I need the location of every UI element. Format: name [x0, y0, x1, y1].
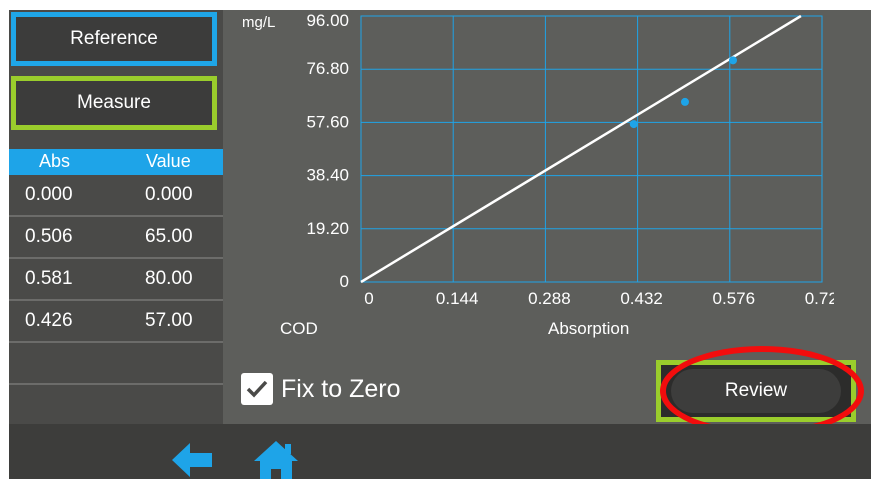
abs-cell: 0.581	[25, 268, 73, 289]
fit-line	[360, 14, 802, 284]
x-tick-label: 0.432	[620, 289, 663, 308]
x-tick-label: 0.576	[713, 289, 756, 308]
home-icon[interactable]	[254, 440, 298, 479]
y-tick-labels: 96.00 76.80 57.60 38.40 19.20 0	[306, 11, 349, 291]
y-tick-label: 19.20	[306, 219, 349, 238]
y-tick-label: 38.40	[306, 166, 349, 185]
chart-title: COD	[280, 319, 318, 338]
data-point	[680, 97, 689, 106]
table-row[interactable]	[9, 343, 223, 385]
value-cell: 0.000	[145, 184, 193, 205]
abs-header: Abs	[39, 151, 71, 171]
x-tick-label: 0	[364, 289, 373, 308]
value-cell: 80.00	[145, 268, 193, 289]
value-cell: 57.00	[145, 310, 193, 331]
checkbox[interactable]	[241, 373, 273, 405]
data-point	[629, 120, 638, 129]
table-row[interactable]: 0.581 80.00	[9, 259, 223, 301]
arrow-left-icon[interactable]	[172, 440, 212, 479]
plot-border	[360, 15, 823, 283]
table-row[interactable]: 0.506 65.00	[9, 217, 223, 259]
abs-cell: 0.426	[25, 310, 73, 331]
data-point	[729, 56, 738, 65]
x-tick-label: 0.288	[528, 289, 571, 308]
bottom-bar	[9, 424, 871, 479]
screen: Reference Measure Abs Value 0.000 0.000 …	[9, 10, 871, 479]
abs-cell: 0.000	[25, 184, 73, 205]
x-tick-labels: 0 0.144 0.288 0.432 0.576 0.720	[364, 289, 834, 308]
fix-to-zero-label: Fix to Zero	[281, 374, 401, 403]
x-tick-label: 0.720	[805, 289, 834, 308]
checkmark-icon	[246, 380, 268, 398]
calibration-chart: 96.00 76.80 57.60 38.40 19.20 0 0 0.144 0.288 0.…	[242, 11, 834, 338]
y-axis-unit: mg/L	[242, 14, 275, 31]
abs-cell: 0.506	[25, 226, 73, 247]
y-tick-label: 57.60	[306, 112, 349, 131]
y-tick-label: 96.00	[306, 11, 349, 30]
table-row[interactable]: 0.000 0.000	[9, 175, 223, 217]
x-tick-label: 0.144	[436, 289, 479, 308]
left-panel: Reference Measure Abs Value 0.000 0.000 …	[9, 10, 223, 424]
reference-button[interactable]: Reference	[11, 12, 217, 66]
review-button-frame[interactable]: Review	[656, 360, 856, 422]
fix-to-zero-checkbox[interactable]: Fix to Zero	[241, 372, 400, 406]
table-row[interactable]	[9, 385, 223, 427]
chart-grid	[360, 15, 823, 283]
y-tick-label: 0	[340, 272, 349, 291]
review-button[interactable]: Review	[671, 369, 841, 413]
value-header: Value	[146, 151, 191, 171]
chart-points	[629, 56, 738, 129]
x-axis-label: Absorption	[548, 319, 629, 338]
table-row[interactable]: 0.426 57.00	[9, 301, 223, 343]
value-cell: 65.00	[145, 226, 193, 247]
table-header: Abs Value	[9, 149, 223, 175]
measure-button[interactable]: Measure	[11, 76, 217, 130]
y-tick-label: 76.80	[306, 59, 349, 78]
